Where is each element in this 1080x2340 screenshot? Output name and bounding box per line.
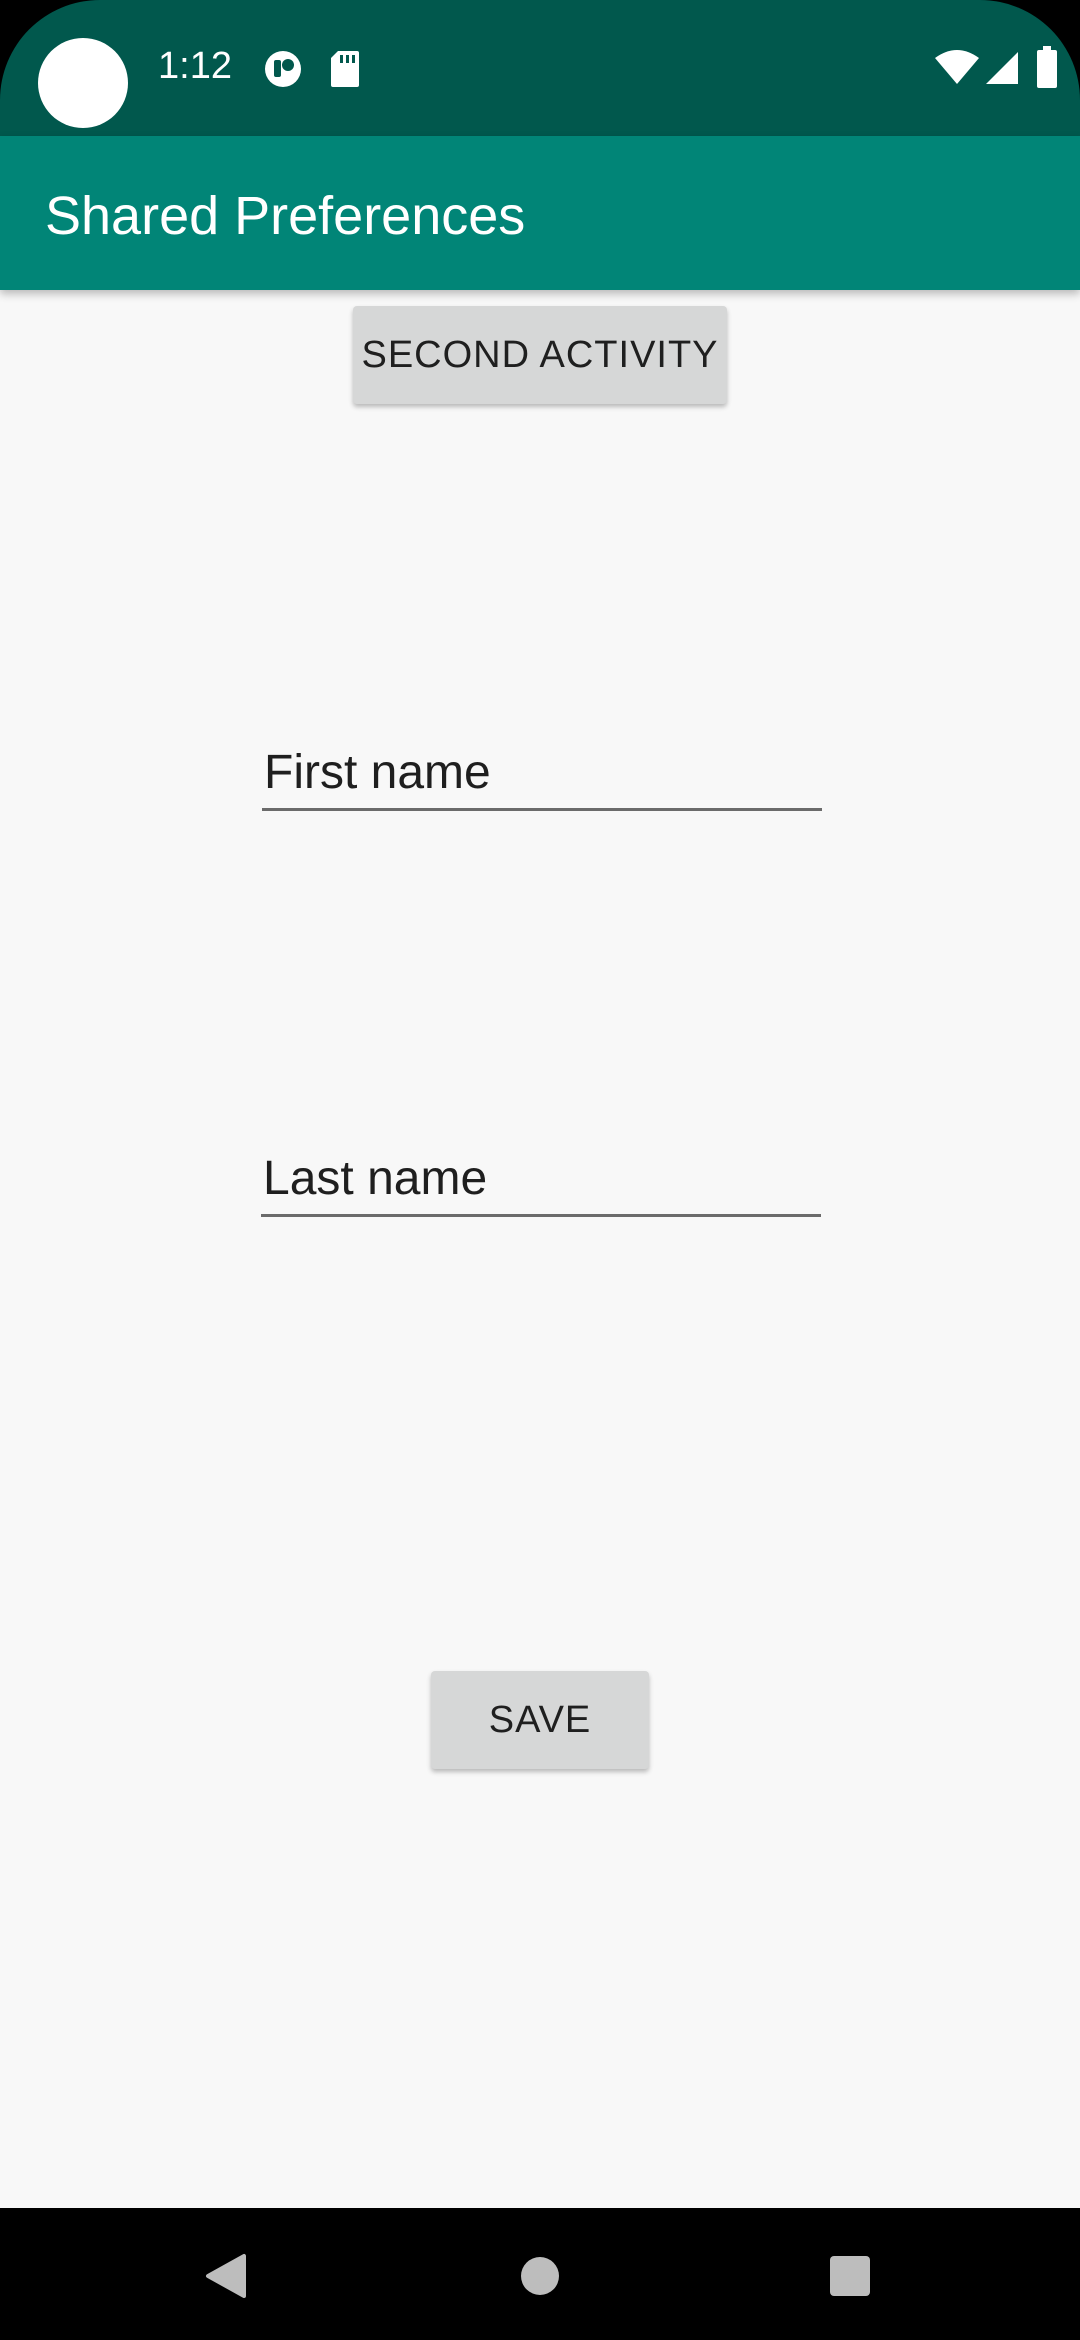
home-icon [521,2257,559,2295]
last-name-field [261,1138,825,1217]
recents-button[interactable] [802,2228,898,2324]
main-content: SECOND ACTIVITY SAVE [0,290,1080,2208]
last-name-input[interactable] [261,1151,825,1206]
app-bar: Shared Preferences [0,136,1080,290]
sd-card-icon [330,50,360,88]
camera-cutout [38,38,128,128]
device-screen: 1:12 Shared Preferences SECOND ACTIVITY … [0,0,1080,2340]
save-button[interactable]: SAVE [431,1671,649,1769]
back-button[interactable] [178,2228,274,2324]
signal-icon [984,50,1020,86]
status-time: 1:12 [158,45,232,87]
first-name-field [262,732,826,811]
second-activity-button[interactable]: SECOND ACTIVITY [353,306,727,404]
notification-app-icon [264,50,302,88]
wifi-icon [934,50,980,86]
first-name-input[interactable] [262,745,826,800]
battery-icon [1036,46,1058,88]
app-title: Shared Preferences [45,186,526,246]
navigation-bar [0,2208,1080,2340]
status-bar: 1:12 [0,0,1080,136]
home-button[interactable] [492,2228,588,2324]
back-icon [206,2254,246,2298]
recents-icon [830,2256,870,2296]
